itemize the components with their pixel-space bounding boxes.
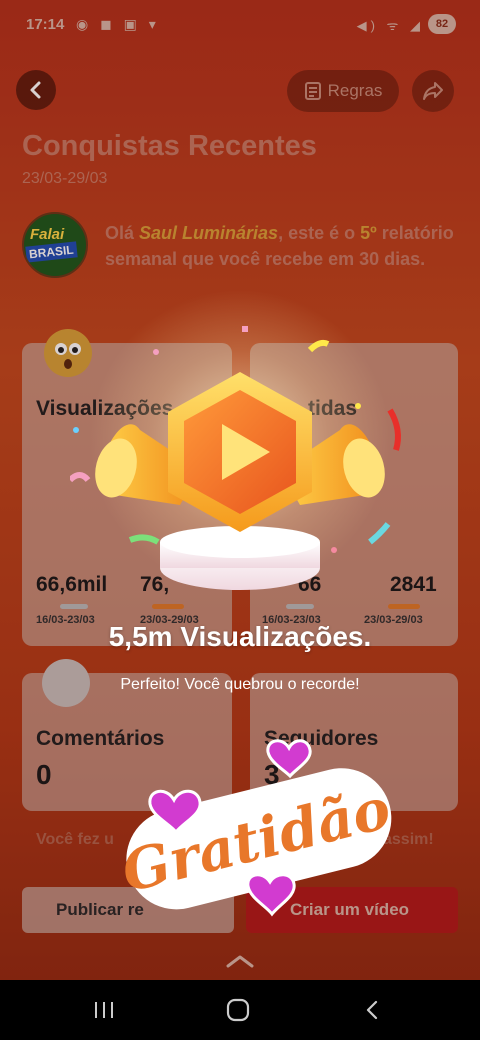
back-arrow-icon <box>366 1000 378 1020</box>
achievement-headline: 5,5m Visualizações. <box>108 621 372 652</box>
home-button[interactable] <box>198 980 278 1040</box>
system-navigation-bar <box>0 980 480 1040</box>
achievement-subline: Perfeito! Você quebrou o recorde! <box>120 676 360 693</box>
heart-icon <box>246 873 296 917</box>
achievement-overlay[interactable]: 5,5m Visualizações. Perfeito! Você quebr… <box>0 0 480 980</box>
video-trophy-icon <box>70 326 401 590</box>
gratitude-sticker[interactable]: Gratidão <box>104 730 404 950</box>
recent-apps-icon <box>95 1002 113 1018</box>
heart-icon <box>266 739 312 779</box>
back-nav-button[interactable] <box>332 980 412 1040</box>
recent-apps-button[interactable] <box>64 980 144 1040</box>
home-icon <box>226 998 250 1022</box>
